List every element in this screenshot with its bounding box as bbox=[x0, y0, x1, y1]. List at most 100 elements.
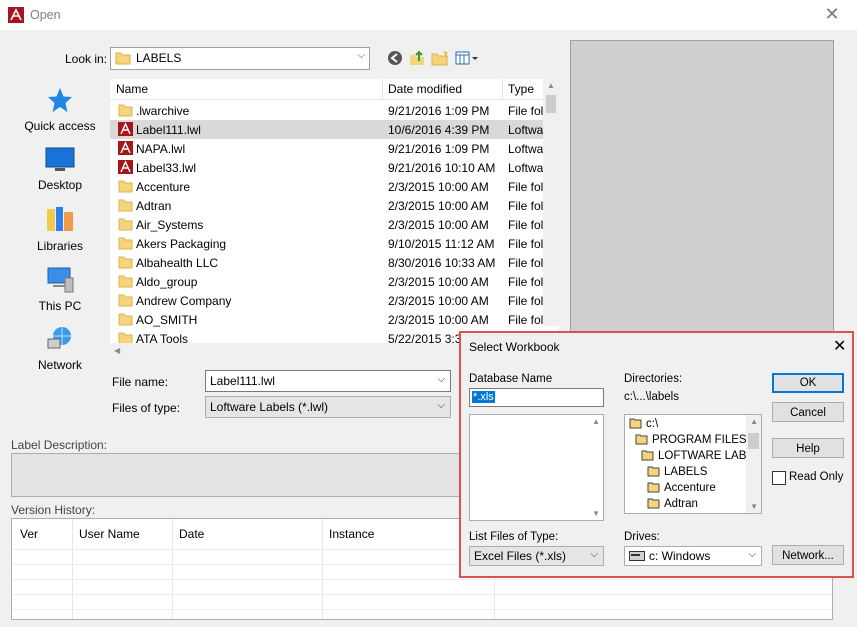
close-icon[interactable]: ✕ bbox=[833, 336, 846, 356]
scroll-up-icon[interactable]: ▲ bbox=[592, 417, 600, 426]
file-date: 10/6/2016 4:39 PM bbox=[388, 123, 490, 137]
dir-item-label: Accenture bbox=[664, 482, 716, 494]
version-column-user[interactable]: User Name bbox=[79, 527, 140, 541]
list-files-type-select[interactable]: Excel Files (*.xls) ⌵ bbox=[469, 546, 604, 566]
computer-icon bbox=[47, 267, 74, 293]
column-header-type[interactable]: Type bbox=[508, 82, 534, 96]
drives-select[interactable]: c: Windows ⌵ bbox=[624, 546, 762, 566]
dir-item[interactable]: Adtran bbox=[647, 497, 698, 510]
place-label: This PC bbox=[38, 299, 82, 313]
place-libraries[interactable]: Libraries bbox=[14, 206, 106, 253]
look-in-combo[interactable]: LABELS ⌵ bbox=[110, 47, 370, 70]
chevron-down-icon[interactable]: ⌵ bbox=[590, 549, 598, 560]
new-folder-icon[interactable] bbox=[431, 50, 449, 66]
column-header-date[interactable]: Date modified bbox=[388, 82, 462, 96]
place-desktop[interactable]: Desktop bbox=[14, 147, 106, 192]
file-name: Label33.lwl bbox=[136, 161, 197, 175]
file-row[interactable]: Aldo_group 2/3/2015 10:00 AM File fol bbox=[110, 272, 550, 291]
list-files-type-value: Excel Files (*.xls) bbox=[474, 549, 567, 563]
file-date: 9/10/2015 11:12 AM bbox=[388, 237, 495, 251]
scroll-left-icon[interactable]: ◀ bbox=[114, 346, 120, 355]
file-row[interactable]: Akers Packaging 9/10/2015 11:12 AM File fo… bbox=[110, 234, 550, 253]
folder-icon bbox=[118, 275, 133, 288]
file-name: Adtran bbox=[136, 199, 172, 213]
place-this-pc[interactable]: This PC bbox=[14, 266, 106, 313]
label-description-label: Label Description: bbox=[11, 438, 108, 452]
view-menu-icon[interactable] bbox=[455, 50, 479, 66]
cancel-button[interactable]: Cancel bbox=[772, 402, 844, 422]
help-button[interactable]: Help bbox=[772, 438, 844, 458]
scroll-up-icon[interactable]: ▲ bbox=[750, 417, 758, 426]
folder-icon bbox=[118, 104, 133, 117]
folder-icon bbox=[118, 218, 133, 231]
file-date: 2/3/2015 10:00 AM bbox=[388, 313, 489, 327]
chevron-down-icon[interactable]: ⌵ bbox=[748, 549, 756, 560]
back-icon[interactable] bbox=[386, 50, 404, 66]
file-row[interactable]: AO_SMITH 2/3/2015 10:00 AM File fol bbox=[110, 310, 550, 329]
file-row[interactable]: Label111.lwl 10/6/2016 4:39 PM Loftwa bbox=[110, 120, 550, 139]
loftware-app-icon bbox=[8, 7, 24, 23]
dir-item-label: LABELS bbox=[664, 466, 708, 478]
file-row[interactable]: Adtran 2/3/2015 10:00 AM File fol bbox=[110, 196, 550, 215]
directories-list[interactable]: c:\ PROGRAM FILES LOFTWARE LABI LABELS A… bbox=[624, 414, 762, 514]
file-row[interactable]: .lwarchive 9/21/2016 1:09 PM File fol bbox=[110, 101, 550, 120]
file-row[interactable]: Air_Systems 2/3/2015 10:00 AM File fol bbox=[110, 215, 550, 234]
directories-label: Directories: bbox=[624, 373, 683, 385]
ok-button[interactable]: OK bbox=[772, 373, 844, 393]
version-column-ver[interactable]: Ver bbox=[20, 527, 38, 541]
place-label: Network bbox=[37, 358, 82, 372]
version-column-instance[interactable]: Instance bbox=[329, 527, 374, 541]
dir-item[interactable]: LABELS bbox=[647, 465, 707, 478]
file-row[interactable]: Label33.lwl 9/21/2016 10:10 AM Loftwa bbox=[110, 158, 550, 177]
network-button[interactable]: Network... bbox=[772, 545, 844, 565]
database-name-input[interactable]: *.xls bbox=[469, 388, 604, 407]
file-row[interactable]: Albahealth LLC 8/30/2016 10:33 AM File fol bbox=[110, 253, 550, 272]
file-type-label: Files of type: bbox=[112, 401, 181, 415]
scroll-down-icon[interactable]: ▼ bbox=[592, 509, 600, 518]
drive-icon bbox=[629, 551, 645, 561]
dir-item[interactable]: Accenture bbox=[647, 481, 716, 494]
version-history-label: Version History: bbox=[11, 503, 96, 517]
chevron-down-icon[interactable]: ⌵ bbox=[437, 400, 445, 411]
scroll-up-icon[interactable]: ▲ bbox=[547, 81, 555, 90]
dir-item[interactable]: LOFTWARE LABI bbox=[641, 449, 750, 462]
file-name: Label111.lwl bbox=[136, 123, 201, 137]
file-name-input[interactable]: Label111.lwl ⌵ bbox=[205, 370, 451, 392]
up-folder-icon[interactable] bbox=[408, 50, 426, 66]
file-row[interactable]: NAPA.lwl 9/21/2016 1:09 PM Loftwa bbox=[110, 139, 550, 158]
libraries-icon bbox=[47, 207, 73, 231]
file-name: Aldo_group bbox=[136, 275, 198, 289]
scroll-down-icon[interactable]: ▼ bbox=[750, 502, 758, 511]
file-date: 2/3/2015 10:00 AM bbox=[388, 275, 489, 289]
select-workbook-dialog: Select Workbook ✕ Database Name *.xls ▲ … bbox=[459, 331, 854, 578]
file-name: Albahealth LLC bbox=[136, 256, 219, 270]
list-files-type-label: List Files of Type: bbox=[469, 531, 559, 543]
file-type-select[interactable]: Loftware Labels (*.lwl) ⌵ bbox=[205, 396, 451, 418]
file-date: 9/21/2016 1:09 PM bbox=[388, 142, 490, 156]
close-icon[interactable]: ✕ bbox=[822, 4, 842, 25]
file-list-vscroll[interactable]: ▲ bbox=[543, 79, 559, 326]
file-row[interactable]: Accenture 2/3/2015 10:00 AM File fol bbox=[110, 177, 550, 196]
column-header-name[interactable]: Name bbox=[116, 82, 148, 96]
file-list-header: Name Date modified Type bbox=[110, 79, 559, 100]
folder-icon bbox=[118, 313, 133, 326]
open-folder-icon bbox=[629, 418, 642, 429]
dir-item[interactable]: PROGRAM FILES bbox=[635, 433, 747, 446]
version-column-date[interactable]: Date bbox=[179, 527, 204, 541]
file-row[interactable]: Andrew Company 2/3/2015 10:00 AM File fol bbox=[110, 291, 550, 310]
dir-item-label: c:\ bbox=[646, 418, 659, 430]
folder-icon bbox=[647, 498, 660, 509]
database-file-list[interactable]: ▲ ▼ bbox=[469, 414, 604, 521]
read-only-checkbox[interactable] bbox=[772, 471, 786, 485]
title-bar bbox=[0, 0, 857, 30]
place-network[interactable]: Network bbox=[14, 325, 106, 372]
loftware-file-icon bbox=[118, 141, 133, 155]
place-quick-access[interactable]: Quick access bbox=[14, 86, 106, 133]
dir-item[interactable]: c:\ bbox=[629, 417, 658, 430]
folder-icon bbox=[647, 482, 660, 493]
chevron-down-icon[interactable]: ⌵ bbox=[437, 374, 445, 385]
dialog-title: Select Workbook bbox=[469, 340, 560, 354]
file-name: Air_Systems bbox=[136, 218, 204, 232]
file-list[interactable]: Name Date modified Type .lwarchive 9/21/2… bbox=[110, 79, 559, 344]
database-name-label: Database Name bbox=[469, 373, 553, 385]
